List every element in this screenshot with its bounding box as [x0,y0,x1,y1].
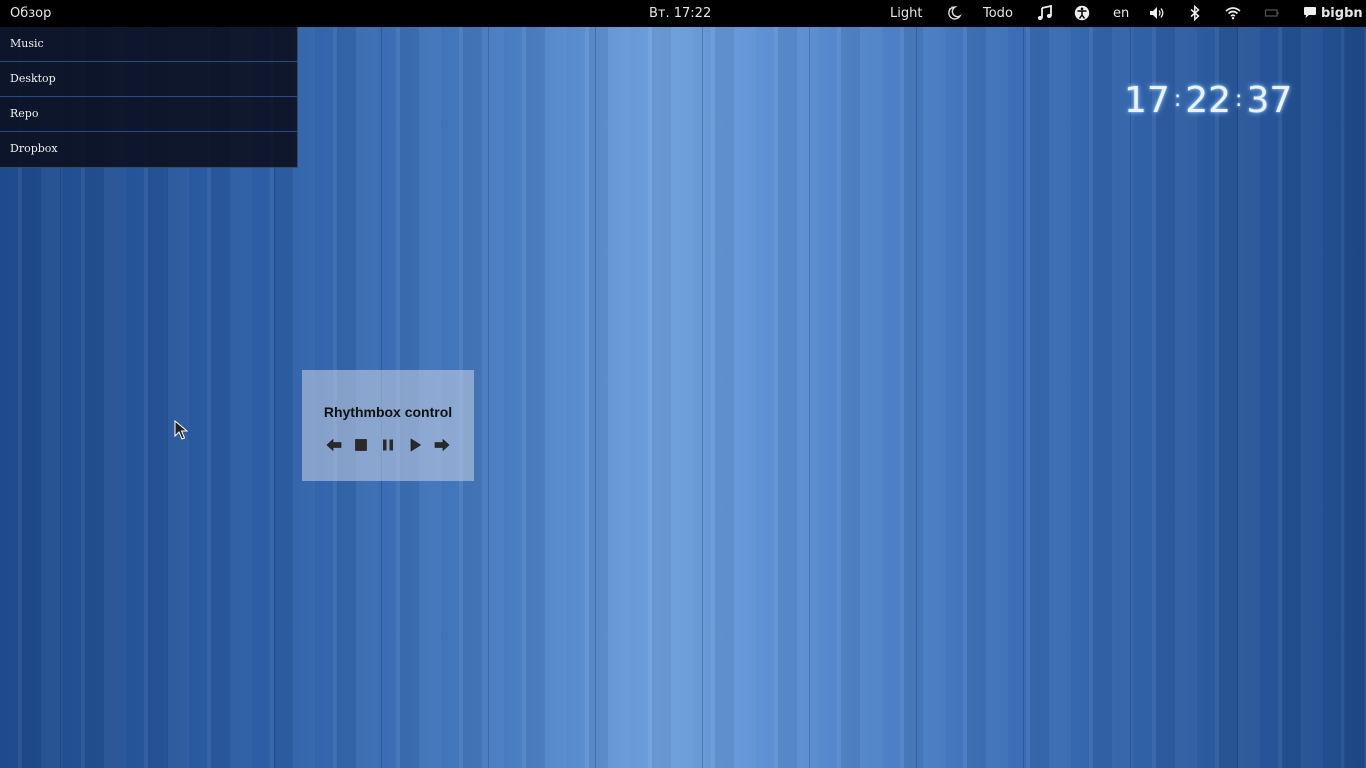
place-item-desktop[interactable]: Desktop [0,62,297,97]
place-item-repo[interactable]: Repo [0,97,297,132]
pause-icon[interactable] [379,436,397,454]
clock-minutes: 22 [1185,80,1232,121]
places-menu: Music Desktop Repo Dropbox [0,27,298,168]
clock-hours: 17 [1124,80,1170,121]
wifi-icon[interactable] [1225,5,1241,21]
volume-icon[interactable] [1149,5,1165,21]
previous-icon[interactable] [325,436,343,454]
desktop-clock-widget: 17:22:37 [1124,80,1294,124]
music-icon[interactable] [1037,5,1053,21]
night-mode-icon[interactable] [946,5,962,21]
stop-icon[interactable] [352,436,370,454]
date-time-indicator[interactable]: Вт. 17:22 [649,0,711,27]
light-indicator[interactable]: Light [890,0,922,27]
rhythmbox-control-widget: Rhythmbox control [302,370,474,481]
clock-separator: : [1173,87,1182,112]
clock-seconds: 37 [1246,80,1293,121]
todo-indicator[interactable]: Todo [983,0,1013,27]
battery-icon[interactable] [1264,5,1280,21]
place-item-music[interactable]: Music [0,27,297,62]
next-icon[interactable] [433,436,451,454]
place-item-dropbox[interactable]: Dropbox [0,132,297,166]
top-panel: Обзор Вт. 17:22 Light Todo en bigbn [0,0,1366,27]
mouse-pointer-icon [174,420,188,440]
keyboard-layout-indicator[interactable]: en [1113,0,1129,27]
bluetooth-icon[interactable] [1187,5,1203,21]
clock-separator: : [1235,87,1243,112]
rhythmbox-title: Rhythmbox control [323,404,453,420]
activities-button[interactable]: Обзор [10,0,51,27]
play-icon[interactable] [406,436,424,454]
user-menu[interactable]: bigbn [1321,0,1363,27]
accessibility-icon[interactable] [1074,5,1090,21]
chat-icon[interactable] [1302,5,1318,21]
